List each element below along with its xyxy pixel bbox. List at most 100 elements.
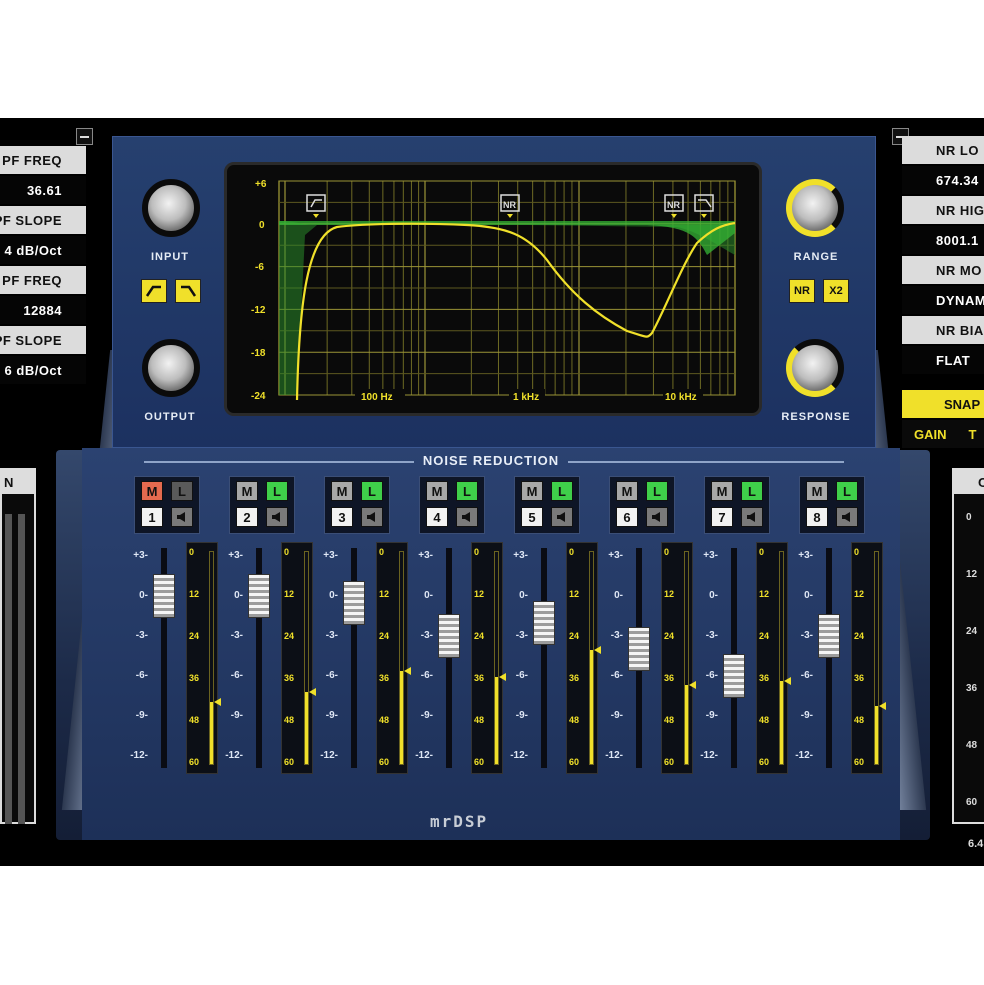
channel-number-button[interactable]: 7 [711,507,733,527]
mute-button[interactable]: M [141,481,163,501]
fader-scale-label: -6- [515,670,528,681]
listen-button[interactable]: L [836,481,858,501]
lpf-marker-icon[interactable] [694,194,714,218]
nr-mode-value[interactable]: DYNAM [902,286,984,314]
channel-fader[interactable] [343,580,365,625]
listen-button[interactable]: L [266,481,288,501]
speaker-button[interactable] [171,507,193,527]
speaker-button[interactable] [836,507,858,527]
speaker-button[interactable] [361,507,383,527]
input-knob[interactable] [142,179,200,237]
hpf-marker-icon[interactable] [306,194,326,218]
mute-button[interactable]: M [521,481,543,501]
right-meter-tick: 36 [966,683,978,694]
channel-fader[interactable] [723,654,745,698]
collapse-left-button[interactable] [76,128,93,145]
fader-scale-label: -3- [325,630,338,641]
mute-button[interactable]: M [806,481,828,501]
meter-scale-label: 0 [379,547,385,557]
meter-scale-label: 24 [189,631,200,641]
channel-button-group: ML7 [704,476,770,534]
nr-high-marker-text: NR [667,200,680,210]
left-meter-box: N [0,468,36,824]
mute-button[interactable]: M [236,481,258,501]
channel-fader[interactable] [628,627,650,672]
lpf-button[interactable] [175,279,201,303]
nr-mode-label: NR MO [902,256,984,284]
nr-high-value[interactable]: 8001.1 [902,226,984,254]
channel-number-button[interactable]: 2 [236,507,258,527]
speaker-button[interactable] [646,507,668,527]
listen-button[interactable]: L [551,481,573,501]
eq-y-tick: -6 [255,262,264,273]
meter-scale-label: 12 [189,589,200,599]
range-label: RANGE [793,251,839,263]
speaker-button[interactable] [741,507,763,527]
meter-scale-label: 48 [854,715,865,725]
meter-scale-label: 36 [474,673,485,683]
speaker-button[interactable] [266,507,288,527]
meter-scale-label: 0 [284,547,290,557]
fader-scale-label: -12- [795,750,813,761]
output-knob[interactable] [142,339,200,397]
fader-scale-label: -9- [325,710,338,721]
gain-label[interactable]: GAIN [914,427,947,442]
gain-extra-label[interactable]: T [969,427,977,442]
fader-scale-label: -12- [510,750,528,761]
mute-button[interactable]: M [331,481,353,501]
channel-fader[interactable] [818,614,840,658]
response-knob[interactable] [786,339,844,397]
listen-button[interactable]: L [741,481,763,501]
listen-button[interactable]: L [171,481,193,501]
channel-number-button[interactable]: 4 [426,507,448,527]
nr-low-value[interactable]: 674.34 [902,166,984,194]
channel-number-button[interactable]: 5 [521,507,543,527]
lpf-freq-value[interactable]: 12884 [0,296,86,324]
channel-fader[interactable] [248,574,270,618]
hpf-freq-value[interactable]: 36.61 [0,176,86,204]
right-meter-tick: 0 [966,512,972,523]
fader-track [826,548,832,768]
speaker-button[interactable] [456,507,478,527]
nr-low-marker-text: NR [503,200,516,210]
mute-button[interactable]: M [711,481,733,501]
listen-button[interactable]: L [361,481,383,501]
fader-scale-label: -9- [800,710,813,721]
channel-fader[interactable] [153,574,175,618]
channel-number-button[interactable]: 6 [616,507,638,527]
meter-scale-label: 0 [474,547,480,557]
listen-button[interactable]: L [646,481,668,501]
channel-number-button[interactable]: 8 [806,507,828,527]
nr-bias-value[interactable]: FLAT [902,346,984,374]
meter-scale-label: 12 [379,589,390,599]
nr-high-marker-icon[interactable]: NR [664,194,684,218]
channel-fader[interactable] [438,614,460,658]
nr-toggle-button[interactable]: NR [789,279,815,303]
channel-number-button[interactable]: 3 [331,507,353,527]
range-knob[interactable] [786,179,844,237]
mute-button[interactable]: M [426,481,448,501]
eq-x-label: 1 kHz [513,392,539,403]
x2-button[interactable]: X2 [823,279,849,303]
eq-y-tick: -18 [251,348,266,359]
gain-reduction-marker [309,687,316,696]
fader-scale-label: -9- [135,710,148,721]
fader-scale-label: -12- [415,750,433,761]
channel-fader[interactable] [533,600,555,645]
speaker-button[interactable] [551,507,573,527]
meter-scale-label: 36 [569,673,580,683]
nr-low-marker-icon[interactable]: NR [500,194,520,218]
listen-button[interactable]: L [456,481,478,501]
meter-scale-label: 24 [854,631,865,641]
snap-button[interactable]: SNAP [902,390,984,418]
fader-scale-label: -6- [800,670,813,681]
mcdsp-logo: mrDSP [430,812,489,831]
lpf-slope-value[interactable]: 6 dB/Oct [0,356,86,384]
fader-scale-label: +3- [703,550,718,561]
hpf-slope-value[interactable]: 4 dB/Oct [0,236,86,264]
eq-graph[interactable]: NR NR +6 0 -6 -12 -18 -24 100 Hz 1 kHz 1… [227,165,759,413]
mute-button[interactable]: M [616,481,638,501]
channel-number-button[interactable]: 1 [141,507,163,527]
meter-frame [209,551,214,765]
hpf-button[interactable] [141,279,167,303]
